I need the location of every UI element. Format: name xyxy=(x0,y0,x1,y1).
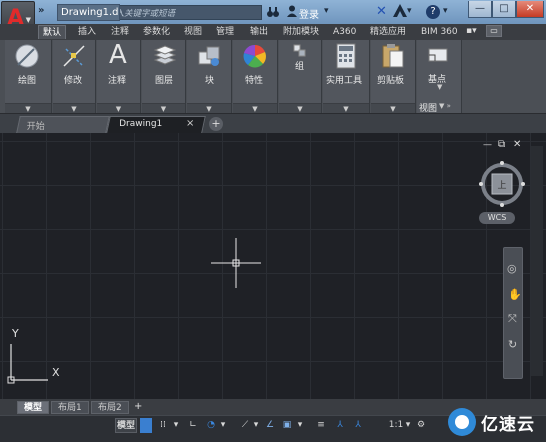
minimize-button[interactable]: — xyxy=(468,1,492,18)
watermark-text: 亿速云 xyxy=(481,414,535,435)
grid-icon[interactable] xyxy=(140,418,152,433)
tab-model[interactable]: 模型 xyxy=(17,401,50,414)
annotation-autoscale-icon[interactable]: ⅄ xyxy=(350,418,366,433)
pan-hand-icon[interactable]: ✋ xyxy=(508,288,522,301)
search-input[interactable]: 键入关键字或短语 xyxy=(102,5,262,20)
crosshair-cursor-icon xyxy=(211,238,261,291)
lineweight-icon[interactable]: ≡ xyxy=(314,418,328,433)
tab-default[interactable]: 默认 xyxy=(38,25,67,39)
viewcube-icon[interactable]: 上 xyxy=(478,160,526,211)
workspace-gear-icon[interactable]: ⚙ xyxy=(414,418,428,433)
panel-label-utilities: 实用工具 xyxy=(326,76,363,86)
maximize-button[interactable]: □ xyxy=(492,1,516,18)
viewport-minimize-icon[interactable]: — xyxy=(483,140,492,150)
properties-icon[interactable] xyxy=(242,43,268,72)
close-window-button[interactable]: ✕ xyxy=(516,1,544,18)
tab-manage[interactable]: 管理 xyxy=(216,25,234,39)
tab-output[interactable]: 输出 xyxy=(250,25,268,39)
model-space-button[interactable]: 模型 xyxy=(115,418,137,433)
draw-icon[interactable] xyxy=(14,43,40,72)
viewport-close-icon[interactable]: ✕ xyxy=(513,139,521,150)
isodraft-icon[interactable]: ⟋ xyxy=(238,418,252,433)
drawing-canvas[interactable] xyxy=(0,133,546,399)
tab-parametric[interactable]: 参数化 xyxy=(143,25,170,39)
annotation-visibility-icon[interactable]: ⅄ xyxy=(332,418,348,433)
add-layout-button[interactable]: + xyxy=(134,401,142,412)
panel-label-view: 视图 xyxy=(419,104,438,114)
document-title: Drawing1.d... xyxy=(57,4,120,21)
ribbon-toggle-icon[interactable]: ▭ xyxy=(486,25,502,37)
tab-annotate[interactable]: 注释 xyxy=(111,25,129,39)
chevron-down-icon: ▼ xyxy=(25,16,31,24)
panel-label-modify: 修改 xyxy=(64,76,83,86)
exchange-apps-icon[interactable]: ✕ xyxy=(376,4,387,19)
utilities-icon[interactable] xyxy=(336,43,356,72)
help-icon[interactable]: ? xyxy=(426,5,440,19)
watermark-logo-icon xyxy=(448,408,476,436)
panel-label-group: 组 xyxy=(295,62,305,72)
tab-insert[interactable]: 插入 xyxy=(78,25,96,39)
panel-label-properties: 特性 xyxy=(245,76,264,86)
new-tab-button[interactable]: + xyxy=(209,117,223,131)
panel-label-annotate: 注释 xyxy=(108,76,127,86)
modify-icon[interactable] xyxy=(61,43,87,72)
polar-tracking-icon[interactable]: ◔ xyxy=(204,418,218,433)
block-icon[interactable] xyxy=(196,44,222,71)
quick-access-more-icon[interactable]: » xyxy=(38,5,44,16)
clipboard-icon[interactable] xyxy=(381,43,405,72)
zoom-icon[interactable]: ⤧ xyxy=(508,312,517,326)
vertical-scrollbar[interactable] xyxy=(531,146,543,376)
chevron-down-icon[interactable]: ▾ xyxy=(172,418,180,433)
snap-icon[interactable]: ⁞⁞ xyxy=(156,418,170,433)
tab-a360[interactable]: A360 xyxy=(333,25,356,39)
chevron-down-icon[interactable]: ▾ xyxy=(407,6,412,16)
panel-label-draw: 绘图 xyxy=(18,76,37,86)
chevron-down-icon[interactable]: ▾ xyxy=(252,418,260,433)
object-snap-tracking-icon[interactable]: ∠ xyxy=(263,418,277,433)
chevron-down-icon[interactable]: ▾ xyxy=(324,6,329,16)
orbit-icon[interactable]: ↻ xyxy=(508,338,517,351)
steering-wheel-icon[interactable]: ◎ xyxy=(507,262,517,275)
autodesk-a360-icon[interactable] xyxy=(393,4,407,20)
tab-bim360[interactable]: BIM 360 xyxy=(421,25,458,39)
viewport-restore-icon[interactable]: ⧉ xyxy=(498,139,505,150)
chevron-down-icon[interactable]: ▼ xyxy=(437,83,442,91)
ucs-icon xyxy=(6,338,56,389)
chevron-down-icon[interactable]: ▾ xyxy=(443,6,448,16)
wcs-menu-button[interactable]: WCS xyxy=(479,212,515,224)
login-link[interactable]: 登录 xyxy=(299,6,319,21)
annotation-scale-label[interactable]: 1:1 xyxy=(388,418,404,433)
ribbon-more-tabs-icon[interactable]: ▪▾ xyxy=(466,26,477,36)
annotate-icon[interactable]: A xyxy=(109,40,127,70)
tab-view[interactable]: 视图 xyxy=(184,25,202,39)
tab-drawing1-label: Drawing1 xyxy=(119,119,163,129)
user-icon[interactable] xyxy=(287,5,297,20)
search-binoculars-icon[interactable] xyxy=(266,5,280,19)
tab-start-label: 开始 xyxy=(26,122,45,132)
basepoint-icon[interactable] xyxy=(427,47,449,66)
tab-layout1[interactable]: 布局1 xyxy=(51,401,89,414)
chevron-down-icon[interactable]: ▾ xyxy=(404,418,412,433)
panel-label-block: 块 xyxy=(205,76,215,86)
tab-layout2[interactable]: 布局2 xyxy=(91,401,129,414)
layers-icon[interactable] xyxy=(151,44,177,71)
tab-start[interactable]: 开始 xyxy=(16,116,110,133)
tab-featured-apps[interactable]: 精选应用 xyxy=(370,25,406,39)
object-snap-icon[interactable]: ▣ xyxy=(280,418,294,433)
viewcube-top-label: 上 xyxy=(497,180,506,191)
ucs-y-label: Y xyxy=(12,327,19,340)
tab-addins[interactable]: 附加模块 xyxy=(283,25,319,39)
ucs-x-label: X xyxy=(52,366,60,379)
panel-label-clipboard: 剪贴板 xyxy=(377,76,405,86)
chevron-down-icon[interactable]: ▾ xyxy=(296,418,304,433)
panel-options-icon[interactable]: ▼ » xyxy=(439,102,451,110)
autocad-window: A ▼ » 键入关键字或短语 Drawing1.d... 登录 ▾ ✕ ▾ ? … xyxy=(0,0,546,442)
watermark: 亿速云 xyxy=(448,405,535,439)
panel-label-layers: 图层 xyxy=(155,76,174,86)
chevron-down-icon[interactable]: ▾ xyxy=(219,418,227,433)
close-tab-icon[interactable]: × xyxy=(186,118,194,129)
ortho-icon[interactable]: ∟ xyxy=(186,418,200,433)
